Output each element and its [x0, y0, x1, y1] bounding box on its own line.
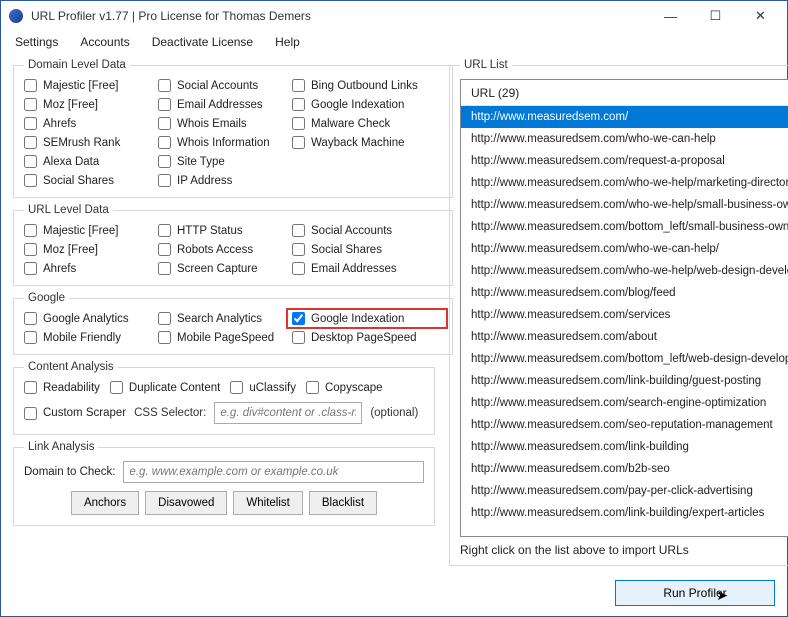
disavowed-button[interactable]: Disavowed: [145, 491, 227, 515]
chk-uclassify[interactable]: uClassify: [230, 381, 296, 394]
app-window: URL Profiler v1.77 | Pro License for Tho…: [0, 0, 788, 617]
chk-domain-bing-outbound[interactable]: Bing Outbound Links: [292, 79, 442, 92]
chk-domain-google-indexation[interactable]: Google Indexation: [292, 98, 442, 111]
group-link: Link Analysis Domain to Check: Anchors D…: [13, 441, 435, 526]
chk-url-moz[interactable]: Moz [Free]: [24, 243, 154, 256]
url-list-item[interactable]: http://www.measuredsem.com/link-building: [461, 436, 788, 458]
chk-domain-social-accounts[interactable]: Social Accounts: [158, 79, 288, 92]
window-buttons: — ☐ ✕: [648, 2, 783, 30]
domain-to-check-input[interactable]: [123, 461, 424, 483]
chk-copyscape[interactable]: Copyscape: [306, 381, 383, 394]
url-list-item[interactable]: http://www.measuredsem.com/request-a-pro…: [461, 150, 788, 172]
chk-url-robots[interactable]: Robots Access: [158, 243, 288, 256]
chk-url-screen-capture[interactable]: Screen Capture: [158, 262, 288, 275]
group-google: Google Google Analytics Search Analytics…: [13, 292, 453, 355]
url-list-item[interactable]: http://www.measuredsem.com/who-we-help/w…: [461, 260, 788, 282]
chk-domain-whois-info[interactable]: Whois Information: [158, 136, 288, 149]
group-urllist: URL List URL (29) http://www.measuredsem…: [449, 59, 788, 566]
chk-url-ahrefs[interactable]: Ahrefs: [24, 262, 154, 275]
group-url: URL Level Data Majestic [Free] HTTP Stat…: [13, 204, 453, 286]
chk-domain-wayback[interactable]: Wayback Machine: [292, 136, 442, 149]
css-selector-label: CSS Selector:: [134, 407, 206, 419]
url-list-item[interactable]: http://www.measuredsem.com/who-we-can-he…: [461, 128, 788, 150]
group-urllist-legend: URL List: [460, 59, 512, 71]
titlebar: URL Profiler v1.77 | Pro License for Tho…: [1, 1, 787, 31]
chk-readability[interactable]: Readability: [24, 381, 100, 394]
url-list-item[interactable]: http://www.measuredsem.com/link-building…: [461, 370, 788, 392]
chk-duplicate-content[interactable]: Duplicate Content: [110, 381, 220, 394]
chk-google-mobile-friendly[interactable]: Mobile Friendly: [24, 331, 154, 344]
chk-domain-alexa[interactable]: Alexa Data: [24, 155, 154, 168]
url-list-item[interactable]: http://www.measuredsem.com/bottom_left/w…: [461, 348, 788, 370]
css-selector-input[interactable]: [214, 402, 362, 424]
content-area: Domain Level Data Majestic [Free] Social…: [1, 53, 787, 576]
chk-domain-site-type[interactable]: Site Type: [158, 155, 288, 168]
group-domain: Domain Level Data Majestic [Free] Social…: [13, 59, 453, 198]
chk-domain-ip-address[interactable]: IP Address: [158, 174, 288, 187]
group-content-legend: Content Analysis: [24, 361, 118, 373]
chk-domain-malware[interactable]: Malware Check: [292, 117, 442, 130]
chk-google-search-analytics[interactable]: Search Analytics: [158, 312, 288, 325]
close-button[interactable]: ✕: [738, 2, 783, 30]
cursor-icon: ➤: [716, 587, 728, 604]
chk-google-mobile-pagespeed[interactable]: Mobile PageSpeed: [158, 331, 288, 344]
css-selector-optional: (optional): [370, 407, 418, 419]
url-list-item[interactable]: http://www.measuredsem.com/pay-per-click…: [461, 480, 788, 502]
chk-url-majestic[interactable]: Majestic [Free]: [24, 224, 154, 237]
chk-google-indexation[interactable]: Google Indexation: [286, 308, 448, 329]
group-url-legend: URL Level Data: [24, 204, 113, 216]
url-list-item[interactable]: http://www.measuredsem.com/bottom_left/s…: [461, 216, 788, 238]
maximize-button[interactable]: ☐: [693, 2, 738, 30]
url-list-item[interactable]: http://www.measuredsem.com/who-we-help/s…: [461, 194, 788, 216]
chk-url-social-shares[interactable]: Social Shares: [292, 243, 442, 256]
chk-google-desktop-pagespeed[interactable]: Desktop PageSpeed: [292, 331, 442, 344]
menu-accounts[interactable]: Accounts: [80, 35, 129, 49]
chk-domain-email[interactable]: Email Addresses: [158, 98, 288, 111]
chk-url-http-status[interactable]: HTTP Status: [158, 224, 288, 237]
chk-custom-scraper[interactable]: Custom Scraper: [24, 407, 126, 420]
url-list-item[interactable]: http://www.measuredsem.com/seo-reputatio…: [461, 414, 788, 436]
url-list-item[interactable]: http://www.measuredsem.com/b2b-seo: [461, 458, 788, 480]
chk-domain-ahrefs[interactable]: Ahrefs: [24, 117, 154, 130]
url-list-item[interactable]: http://www.measuredsem.com/about: [461, 326, 788, 348]
whitelist-button[interactable]: Whitelist: [233, 491, 302, 515]
url-list-item[interactable]: http://www.measuredsem.com/blog/feed: [461, 282, 788, 304]
url-list-item[interactable]: http://www.measuredsem.com/who-we-help/m…: [461, 172, 788, 194]
window-title: URL Profiler v1.77 | Pro License for Tho…: [31, 9, 648, 23]
chk-domain-social-shares[interactable]: Social Shares: [24, 174, 154, 187]
anchors-button[interactable]: Anchors: [71, 491, 139, 515]
group-content: Content Analysis Readability Duplicate C…: [13, 361, 435, 435]
domain-to-check-label: Domain to Check:: [24, 466, 115, 478]
app-icon: [9, 9, 23, 23]
chk-domain-whois-emails[interactable]: Whois Emails: [158, 117, 288, 130]
group-link-legend: Link Analysis: [24, 441, 98, 453]
menu-settings[interactable]: Settings: [15, 35, 58, 49]
url-list-item[interactable]: http://www.measuredsem.com/search-engine…: [461, 392, 788, 414]
menubar: Settings Accounts Deactivate License Hel…: [1, 31, 787, 53]
url-list-item[interactable]: http://www.measuredsem.com/who-we-can-he…: [461, 238, 788, 260]
url-list-header[interactable]: URL (29): [461, 80, 788, 106]
chk-google-analytics[interactable]: Google Analytics: [24, 312, 154, 325]
chk-url-social-accounts[interactable]: Social Accounts: [292, 224, 442, 237]
group-google-legend: Google: [24, 292, 69, 304]
group-domain-legend: Domain Level Data: [24, 59, 130, 71]
url-list[interactable]: URL (29) http://www.measuredsem.com/http…: [460, 79, 788, 537]
minimize-button[interactable]: —: [648, 2, 693, 30]
blacklist-button[interactable]: Blacklist: [309, 491, 377, 515]
url-list-item[interactable]: http://www.measuredsem.com/: [461, 106, 788, 128]
menu-deactivate[interactable]: Deactivate License: [152, 35, 253, 49]
chk-url-email[interactable]: Email Addresses: [292, 262, 442, 275]
chk-domain-moz[interactable]: Moz [Free]: [24, 98, 154, 111]
run-profiler-button[interactable]: Run Profiler ➤: [615, 580, 775, 606]
url-list-hint: Right click on the list above to import …: [460, 543, 788, 557]
url-list-item[interactable]: http://www.measuredsem.com/link-building…: [461, 502, 788, 524]
chk-domain-majestic[interactable]: Majestic [Free]: [24, 79, 154, 92]
url-list-item[interactable]: http://www.measuredsem.com/services: [461, 304, 788, 326]
chk-domain-semrush[interactable]: SEMrush Rank: [24, 136, 154, 149]
menu-help[interactable]: Help: [275, 35, 300, 49]
